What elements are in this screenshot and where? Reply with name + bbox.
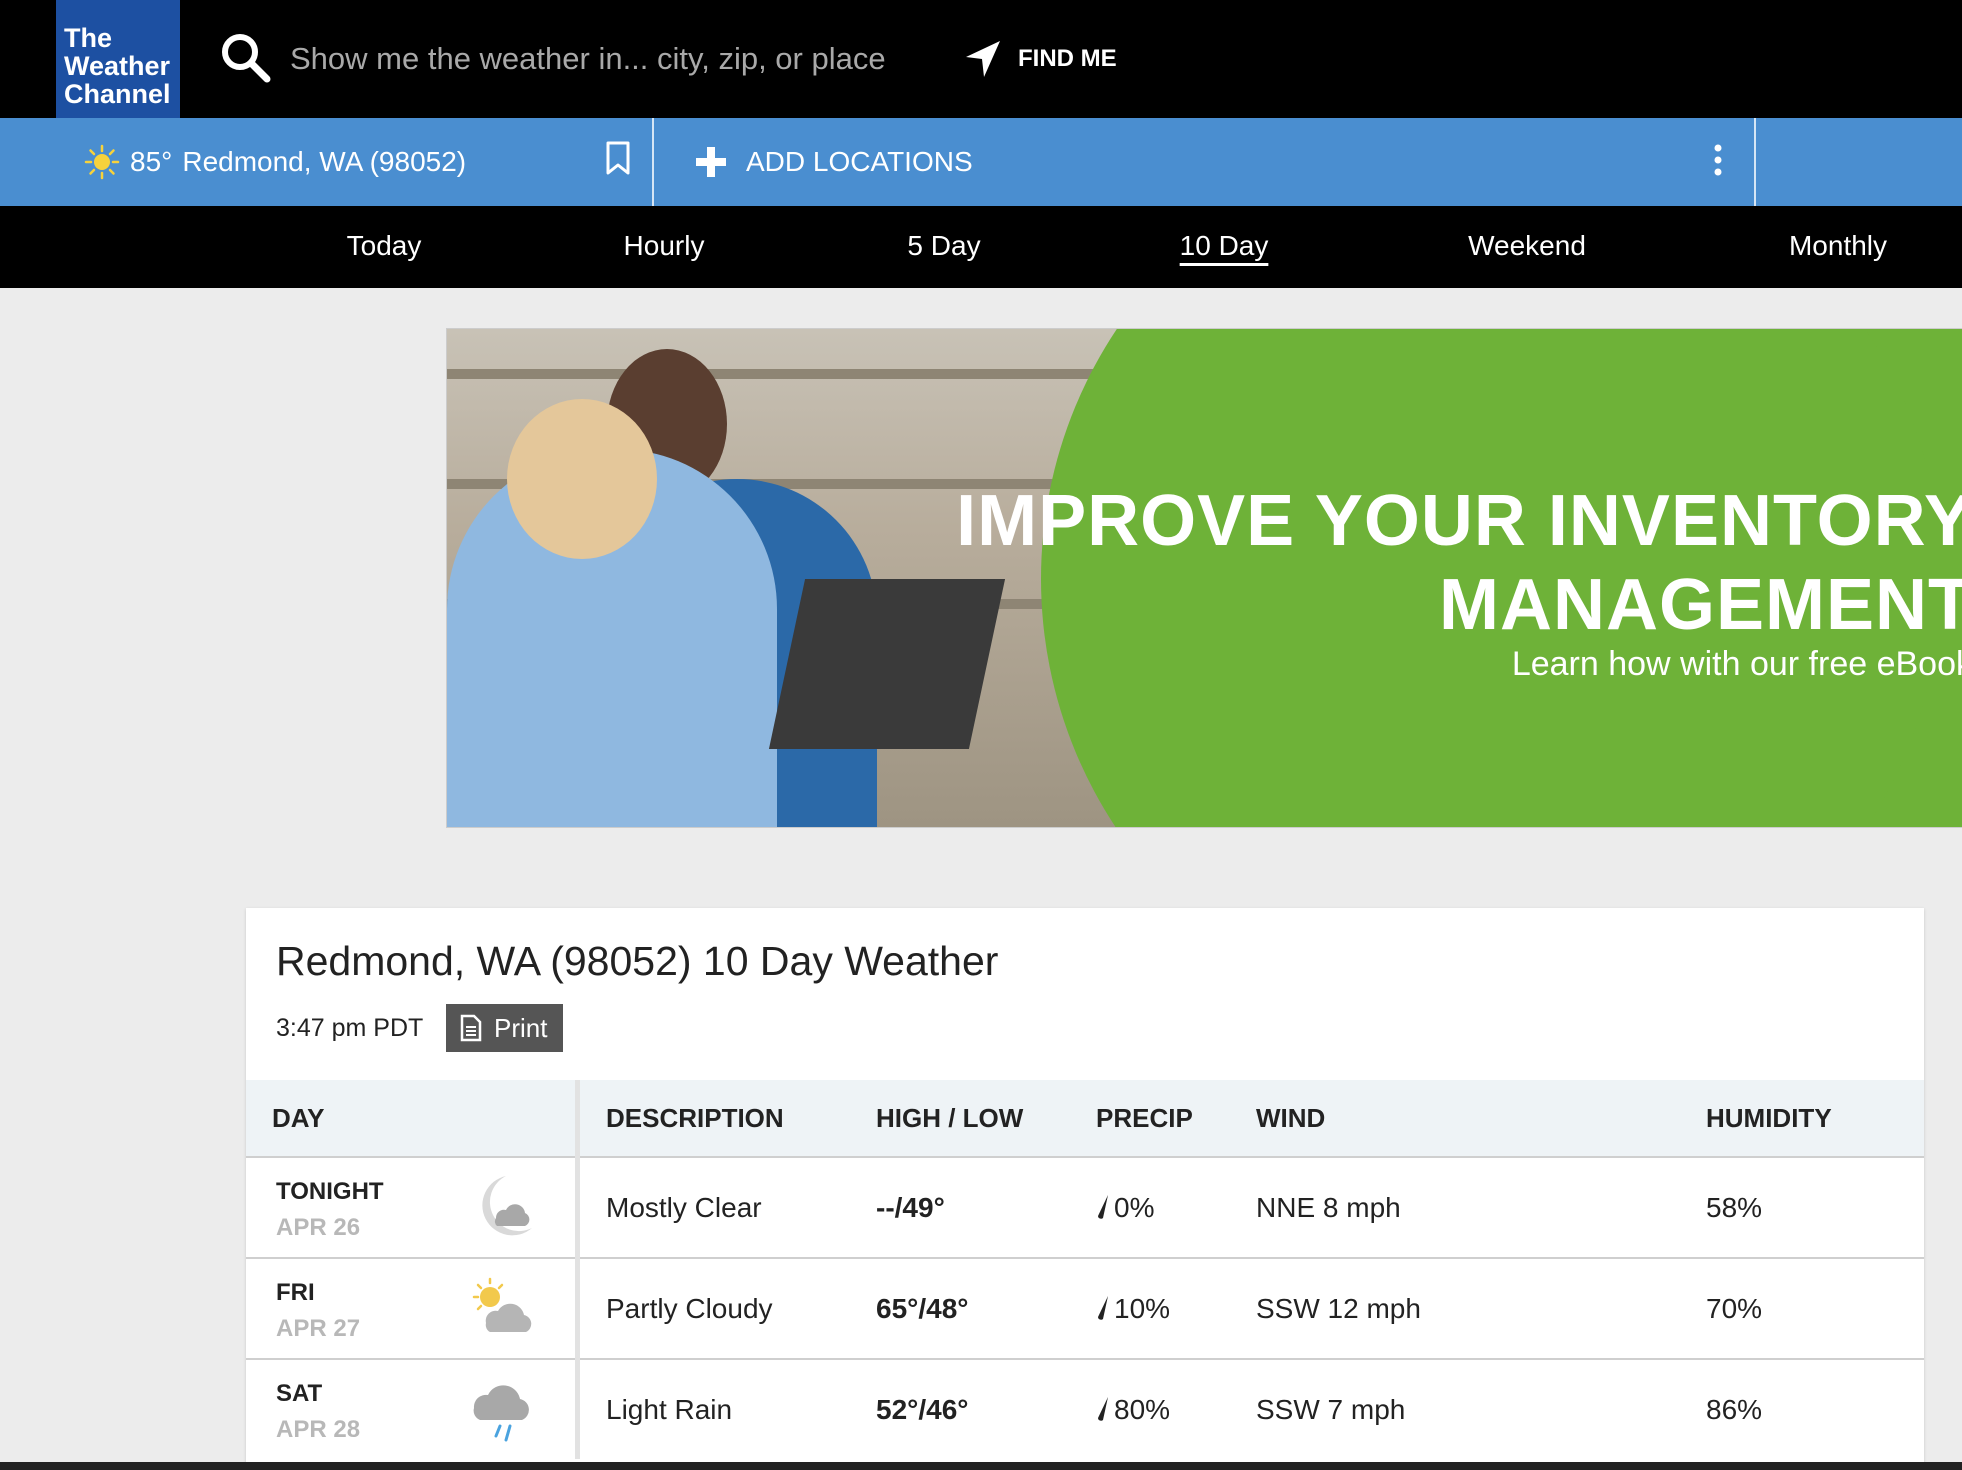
table-row[interactable]: FRI APR 27 Partly Cloudy 65°/48° 10% SSW… [246, 1257, 1924, 1359]
day-name: TONIGHT [276, 1178, 384, 1205]
description-cell: Partly Cloudy [577, 1257, 876, 1359]
ad-headline-line1: IMPROVE YOUR INVENTORY [956, 481, 1962, 561]
humidity-cell: 86% [1706, 1358, 1924, 1459]
high-low-cell: 65°/48° [876, 1257, 1096, 1359]
column-precip[interactable]: PRECIP [1096, 1080, 1256, 1157]
day-date: APR 27 [276, 1315, 361, 1342]
print-button[interactable]: Print [446, 1004, 564, 1052]
forecast-card: Redmond, WA (98052) 10 Day Weather 3:47 … [246, 908, 1924, 1470]
sun-icon [84, 144, 120, 180]
location-arrow-icon [966, 41, 1000, 77]
wind-cell: SSW 7 mph [1256, 1358, 1706, 1459]
precip-cell: 10% [1096, 1257, 1256, 1359]
table-row[interactable]: TONIGHT APR 26 Mostly Clear --/49° 0% NN… [246, 1156, 1924, 1258]
column-description[interactable]: DESCRIPTION [577, 1080, 876, 1157]
page-title: Redmond, WA (98052) 10 Day Weather [276, 938, 999, 984]
location-divider [652, 118, 654, 206]
ad-headline: IMPROVE YOUR INVENTORY MANAGEMENT [956, 479, 1962, 647]
find-me-label: FIND ME [1018, 45, 1117, 72]
search-icon[interactable] [218, 30, 274, 86]
day-cell: TONIGHT APR 26 [246, 1156, 580, 1258]
raindrop-icon [1098, 1396, 1108, 1421]
raindrop-icon [1098, 1295, 1108, 1320]
tab-monthly[interactable]: Monthly [1789, 206, 1887, 288]
add-locations-button[interactable]: ADD LOCATIONS [694, 118, 973, 206]
logo-line-3: Channel [64, 79, 171, 109]
precip-value: 80% [1114, 1393, 1171, 1425]
column-humidity[interactable]: HUMIDITY [1706, 1080, 1924, 1157]
current-location-name: Redmond, WA (98052) [182, 146, 467, 177]
bottom-edge [0, 1462, 1962, 1470]
precip-cell: 80% [1096, 1358, 1256, 1459]
logo-line-2: Weather [64, 51, 171, 81]
description-cell: Mostly Clear [577, 1156, 876, 1258]
current-temp: 85° [130, 146, 173, 177]
forecast-nav-tabs: Today Hourly 5 Day 10 Day Weekend Monthl… [0, 206, 1962, 288]
moon-cloud-icon [482, 1176, 532, 1236]
current-location[interactable]: 85° Redmond, WA (98052) [84, 118, 466, 206]
location-bar: 85° Redmond, WA (98052) ADD LOCATIONS [0, 118, 1962, 206]
high-low-cell: --/49° [876, 1156, 1096, 1258]
find-me-button[interactable]: FIND ME [962, 36, 1117, 82]
search-input[interactable] [288, 34, 932, 84]
column-high-low[interactable]: HIGH / LOW [876, 1080, 1096, 1157]
logo-line-1: The [64, 23, 113, 53]
humidity-cell: 70% [1706, 1257, 1924, 1359]
partly-cloudy-icon [472, 1277, 532, 1332]
tab-10-day[interactable]: 10 Day [1180, 206, 1269, 288]
table-header-row: DAY DESCRIPTION HIGH / LOW PRECIP WIND H… [246, 1080, 1924, 1157]
print-label: Print [494, 1012, 548, 1043]
ad-banner[interactable]: IMPROVE YOUR INVENTORY MANAGEMENT Learn … [446, 328, 1962, 828]
table-row[interactable]: SAT APR 28 Light Rain 52°/46° 80% SSW 7 … [246, 1358, 1924, 1459]
more-options-icon[interactable] [1706, 140, 1730, 180]
tab-today[interactable]: Today [347, 206, 422, 288]
precip-value: 0% [1114, 1191, 1155, 1223]
humidity-cell: 58% [1706, 1156, 1924, 1258]
top-bar: The Weather Channel FIND ME [0, 0, 1962, 118]
day-date: APR 28 [276, 1416, 361, 1443]
location-divider-right [1754, 118, 1756, 206]
precip-value: 10% [1114, 1292, 1171, 1324]
tab-5-day[interactable]: 5 Day [907, 206, 980, 288]
forecast-table: DAY DESCRIPTION HIGH / LOW PRECIP WIND H… [246, 1080, 1924, 1459]
add-locations-label: ADD LOCATIONS [746, 146, 973, 177]
document-icon [460, 1014, 482, 1042]
plus-icon [696, 147, 726, 177]
bookmark-icon[interactable] [604, 140, 632, 176]
rain-cloud-icon [473, 1385, 529, 1442]
weather-channel-logo[interactable]: The Weather Channel [56, 0, 180, 118]
precip-cell: 0% [1096, 1156, 1256, 1258]
wind-cell: NNE 8 mph [1256, 1156, 1706, 1258]
day-cell: SAT APR 28 [246, 1358, 580, 1459]
column-day[interactable]: DAY [246, 1080, 580, 1157]
ad-headline-line2: MANAGEMENT [1439, 565, 1962, 645]
column-wind[interactable]: WIND [1256, 1080, 1706, 1157]
day-name: SAT [276, 1380, 323, 1407]
timestamp: 3:47 pm PDT [276, 1014, 424, 1042]
tab-weekend[interactable]: Weekend [1468, 206, 1586, 288]
day-name: FRI [276, 1279, 315, 1306]
day-date: APR 26 [276, 1214, 361, 1241]
wind-cell: SSW 12 mph [1256, 1257, 1706, 1359]
high-low-cell: 52°/46° [876, 1358, 1096, 1459]
tab-hourly[interactable]: Hourly [624, 206, 705, 288]
raindrop-icon [1098, 1194, 1108, 1219]
ad-subline: Learn how with our free eBook [1511, 645, 1962, 683]
description-cell: Light Rain [577, 1358, 876, 1459]
day-cell: FRI APR 27 [246, 1257, 580, 1359]
